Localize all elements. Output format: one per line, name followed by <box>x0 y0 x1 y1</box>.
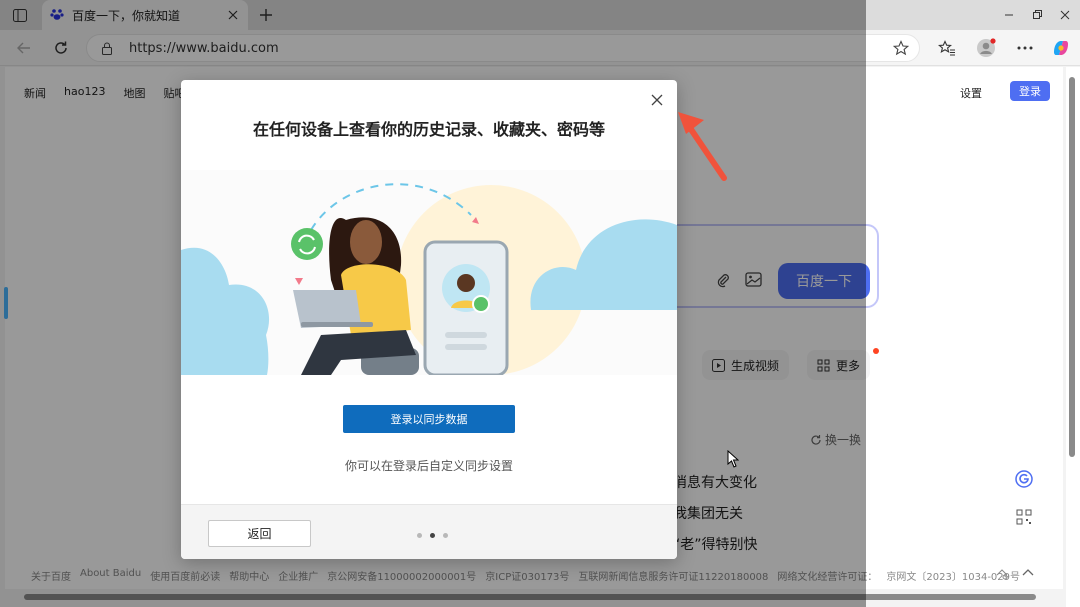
copilot-icon[interactable] <box>1050 37 1072 59</box>
minimize-icon[interactable] <box>1002 8 1016 22</box>
vertical-scroll-thumb[interactable] <box>1069 77 1075 457</box>
qr-code-icon[interactable] <box>1015 508 1033 526</box>
sync-illustration <box>181 170 677 377</box>
annotation-arrow-icon <box>678 112 727 181</box>
dialog-close-icon[interactable] <box>649 92 665 108</box>
vertical-scrollbar[interactable] <box>1066 67 1080 607</box>
profile-avatar-icon[interactable] <box>975 37 997 59</box>
accessibility-icon[interactable] <box>995 566 1009 583</box>
close-window-icon[interactable] <box>1058 8 1072 22</box>
dialog-title: 在任何设备上查看你的历史记录、收藏夹、密码等 <box>252 120 605 139</box>
back-button[interactable]: 返回 <box>208 520 311 547</box>
mouse-cursor-icon <box>727 450 739 468</box>
favorite-star-icon[interactable] <box>892 40 910 59</box>
sync-dialog: 在任何设备上查看你的历史记录、收藏夹、密码等 登录以同步数据 你可以在登录后自定… <box>181 80 677 559</box>
page-dot[interactable] <box>417 533 422 538</box>
more-menu-icon[interactable] <box>1014 37 1036 59</box>
page-dot[interactable] <box>430 533 435 538</box>
notification-dot <box>873 348 879 354</box>
favorites-icon[interactable] <box>936 37 958 59</box>
restore-icon[interactable] <box>1030 8 1044 22</box>
side-assistant-icon[interactable] <box>1015 470 1033 488</box>
sync-settings-hint: 你可以在登录后自定义同步设置 <box>344 459 513 473</box>
dialog-footer: 返回 <box>181 504 677 559</box>
chevron-up-icon[interactable] <box>1021 566 1035 583</box>
page-indicator <box>417 533 448 538</box>
login-button[interactable]: 登录 <box>1010 81 1050 101</box>
sign-in-sync-button[interactable]: 登录以同步数据 <box>343 405 515 433</box>
page-dot[interactable] <box>443 533 448 538</box>
settings-link[interactable]: 设置 <box>960 85 982 101</box>
